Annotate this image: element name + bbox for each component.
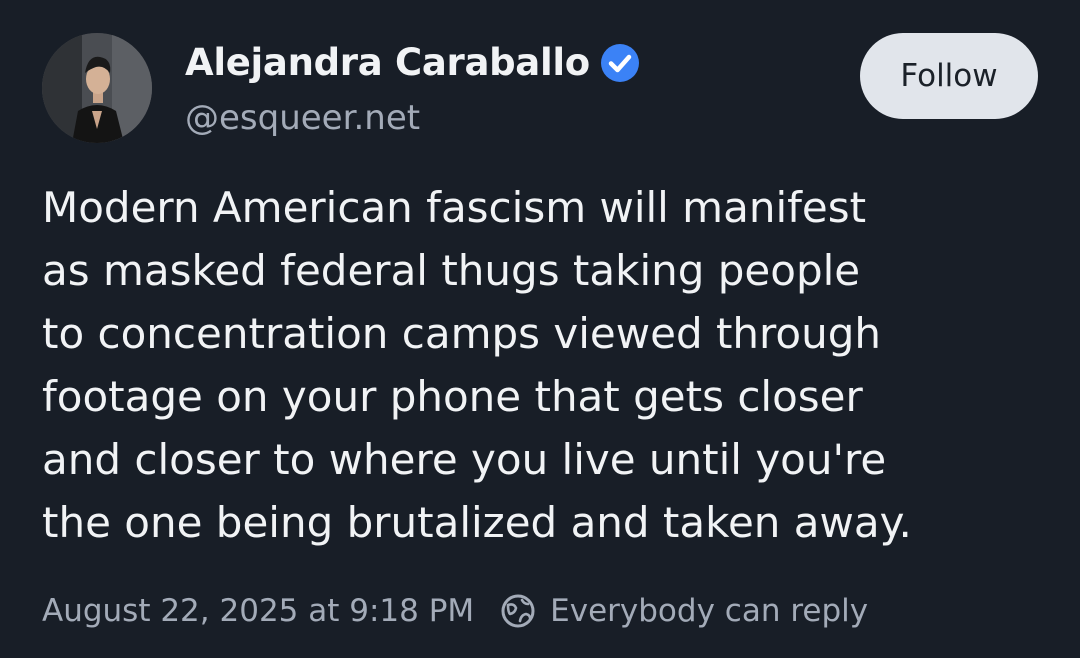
verified-check-icon — [599, 42, 641, 84]
author-display-name[interactable]: Alejandra Caraballo — [185, 38, 590, 88]
post-meta: August 22, 2025 at 9:18 PM Everybody can… — [42, 586, 868, 636]
avatar-image — [42, 33, 152, 143]
author-name-row: Alejandra Caraballo — [185, 38, 641, 88]
globe-icon — [500, 593, 536, 629]
author-handle[interactable]: @esqueer.net — [185, 95, 420, 141]
avatar[interactable] — [42, 33, 152, 143]
reply-setting[interactable]: Everybody can reply — [550, 586, 868, 636]
follow-button[interactable]: Follow — [860, 33, 1038, 119]
post-text: Modern American fascism will manifest as… — [42, 183, 912, 547]
post-card: Alejandra Caraballo @esqueer.net Follow … — [0, 0, 1080, 658]
post-timestamp[interactable]: August 22, 2025 at 9:18 PM — [42, 586, 474, 636]
